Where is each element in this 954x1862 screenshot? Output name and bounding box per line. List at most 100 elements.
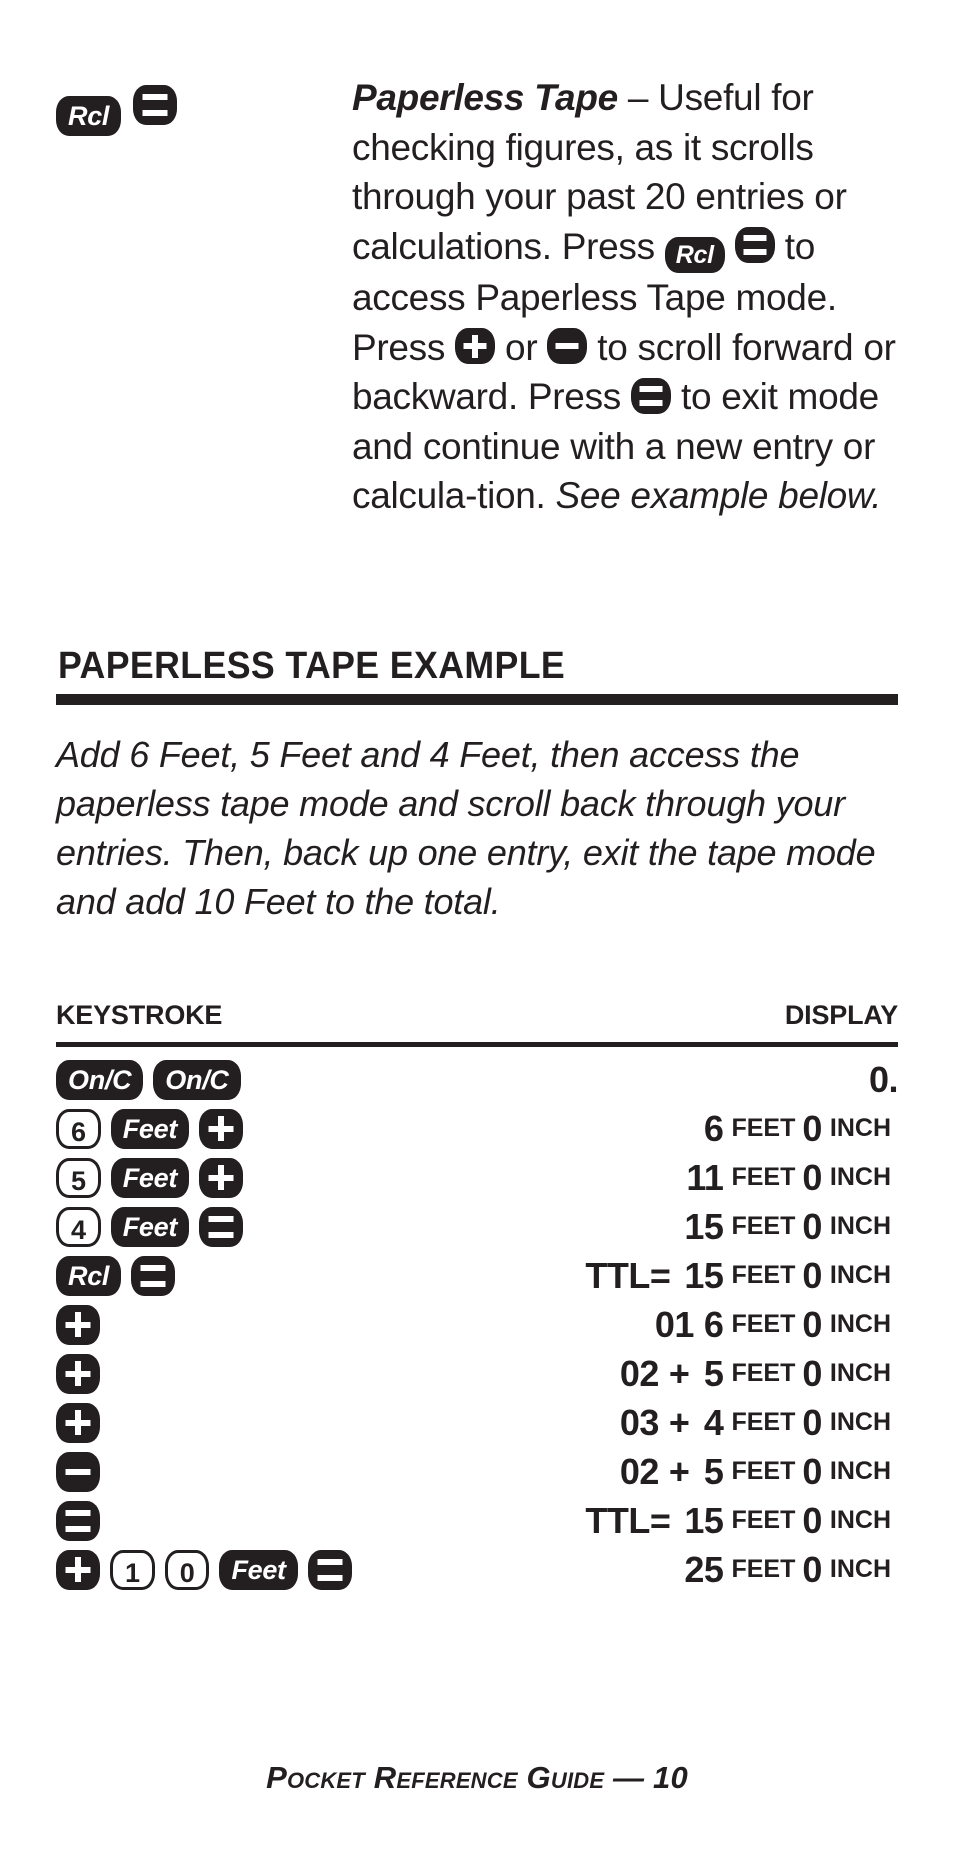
row-keystrokes: 5 Feet	[56, 1153, 253, 1202]
feet-key: Feet	[219, 1549, 298, 1590]
table-row: 01 6 FEET 0 INCH	[0, 1300, 954, 1349]
display-inch-unit: INCH	[829, 1261, 891, 1289]
row-keystrokes: On/C On/C	[56, 1055, 251, 1104]
display-index: 03	[619, 1401, 660, 1443]
rcl-key: Rcl	[56, 1255, 122, 1296]
display-inch-value: 0	[802, 1107, 822, 1149]
equals-key	[131, 1255, 176, 1296]
plus-key	[199, 1157, 244, 1198]
display-inch-value: 0	[802, 1254, 822, 1296]
display-inch-value: 0	[802, 1352, 822, 1394]
row-display: 02 +5 FEET 0 INCH	[620, 1349, 898, 1398]
feet-key: Feet	[110, 1157, 190, 1198]
row-keystrokes	[56, 1447, 110, 1496]
display-operator: +	[668, 1450, 690, 1492]
table-row: 5 Feet 11 FEET 0 INCH	[0, 1153, 954, 1202]
feature-title: Paperless Tape	[352, 77, 618, 118]
row-keystrokes: 4 Feet	[56, 1202, 253, 1251]
feature-body-3: or	[495, 326, 548, 368]
display-inch-unit: INCH	[829, 1114, 891, 1142]
display-inch-value: 0	[802, 1401, 822, 1443]
equals-key	[56, 1500, 100, 1541]
feet-key: Feet	[110, 1108, 190, 1149]
display-operator: +	[668, 1352, 690, 1394]
equals-key-inline-1	[734, 227, 775, 263]
display-inch-unit: INCH	[829, 1310, 891, 1338]
column-header-keystroke: KEYSTROKE	[56, 1000, 223, 1030]
row-display: 03 +4 FEET 0 INCH	[620, 1398, 898, 1447]
row-keystrokes: 6 Feet	[56, 1104, 253, 1153]
display-inch-value: 0	[802, 1303, 822, 1345]
display-operator: +	[668, 1401, 690, 1443]
display-inch-unit: INCH	[829, 1506, 891, 1534]
feature-description: Paperless Tape – Useful for checking fig…	[352, 73, 912, 521]
row-display: 01 6 FEET 0 INCH	[655, 1300, 898, 1349]
plus-key	[56, 1402, 100, 1443]
row-keystrokes	[56, 1398, 110, 1447]
equals-key	[133, 85, 178, 125]
display-index: 02	[619, 1352, 660, 1394]
keystroke-table: On/C On/C 0. 6 Feet 6 FEET 0 INCH 5 Feet 11 FEET 0 INC…	[0, 1055, 954, 1594]
display-inch-unit: INCH	[829, 1163, 891, 1191]
equals-key	[307, 1549, 352, 1590]
table-row: On/C On/C 0.	[0, 1055, 954, 1104]
row-display: 11 FEET 0 INCH	[686, 1153, 898, 1202]
display-feet-value: 15	[684, 1499, 724, 1541]
display-inch-unit: INCH	[829, 1555, 891, 1583]
row-display: TTL= 15 FEET 0 INCH	[585, 1496, 898, 1545]
heading-rule	[56, 694, 898, 705]
table-row: 1 0 Feet 25 FEET 0 INCH	[0, 1545, 954, 1594]
plus-key	[56, 1304, 100, 1345]
display-index: 01	[654, 1303, 695, 1345]
display-feet-value: 6	[703, 1107, 724, 1149]
display-feet-value: 0.	[868, 1058, 899, 1100]
row-display: 25 FEET 0 INCH	[684, 1545, 898, 1594]
display-feet-value: 11	[686, 1156, 724, 1198]
rcl-key: Rcl	[56, 96, 122, 136]
onc-key: On/C	[56, 1059, 144, 1100]
table-header: KEYSTROKE DISPLAY	[56, 1000, 898, 1034]
section-heading: PAPERLESS TAPE EXAMPLE	[58, 645, 566, 687]
table-row: 02 +5 FEET 0 INCH	[0, 1349, 954, 1398]
digit-5-key: 5	[56, 1157, 101, 1198]
example-intro: Add 6 Feet, 5 Feet and 4 Feet, then acce…	[56, 734, 876, 922]
row-display: 6 FEET 0 INCH	[704, 1104, 898, 1153]
display-feet-unit: FEET	[731, 1163, 796, 1191]
row-display: TTL= 15 FEET 0 INCH	[585, 1251, 898, 1300]
display-feet-unit: FEET	[731, 1408, 796, 1436]
table-row: 02 +5 FEET 0 INCH	[0, 1447, 954, 1496]
feet-key: Feet	[110, 1206, 190, 1247]
row-keystrokes	[56, 1349, 110, 1398]
display-inch-unit: INCH	[829, 1408, 891, 1436]
display-total-label: TTL=	[585, 1254, 671, 1296]
manual-page: Rcl Paperless Tape – Useful for checking…	[0, 0, 954, 1862]
digit-1-key: 1	[110, 1549, 155, 1590]
feature-key-group: Rcl	[56, 85, 189, 136]
column-header-display: DISPLAY	[784, 1000, 898, 1030]
display-inch-value: 0	[802, 1499, 822, 1541]
digit-0-key: 0	[164, 1549, 210, 1590]
plus-key-inline	[455, 328, 496, 364]
display-inch-unit: INCH	[829, 1359, 891, 1387]
feature-see-example: See example below.	[555, 475, 882, 516]
plus-key	[199, 1108, 244, 1149]
display-feet-value: 15	[684, 1254, 724, 1296]
display-feet-value: 5	[703, 1450, 724, 1492]
table-header-rule	[56, 1042, 898, 1047]
row-keystrokes	[56, 1300, 110, 1349]
display-index: 02	[619, 1450, 660, 1492]
display-feet-unit: FEET	[731, 1212, 796, 1240]
display-feet-unit: FEET	[731, 1310, 796, 1338]
table-row: 4 Feet 15 FEET 0 INCH	[0, 1202, 954, 1251]
equals-key	[199, 1206, 244, 1247]
onc-key: On/C	[153, 1059, 241, 1100]
display-feet-unit: FEET	[731, 1359, 796, 1387]
digit-4-key: 4	[56, 1206, 101, 1247]
display-feet-value: 6	[703, 1303, 724, 1345]
display-feet-unit: FEET	[731, 1506, 796, 1534]
table-row: 03 +4 FEET 0 INCH	[0, 1398, 954, 1447]
plus-key	[56, 1549, 100, 1590]
display-feet-value: 15	[684, 1205, 724, 1247]
display-inch-value: 0	[802, 1205, 822, 1247]
display-feet-unit: FEET	[731, 1555, 796, 1583]
